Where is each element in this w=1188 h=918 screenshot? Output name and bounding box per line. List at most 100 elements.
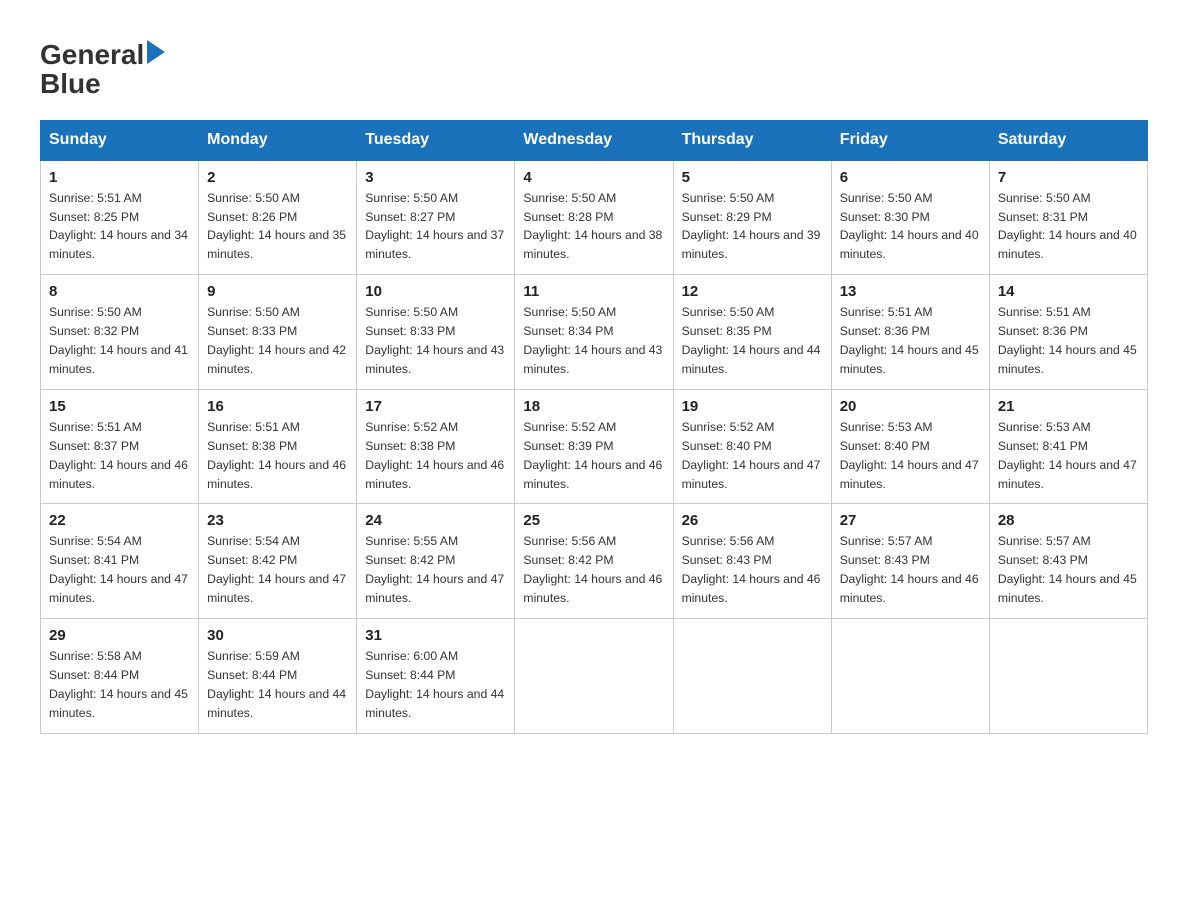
calendar-cell: 25 Sunrise: 5:56 AM Sunset: 8:42 PM Dayl… xyxy=(515,504,673,619)
day-number: 15 xyxy=(49,398,190,415)
day-number: 27 xyxy=(840,512,981,529)
day-number: 16 xyxy=(207,398,348,415)
calendar-cell: 6 Sunrise: 5:50 AM Sunset: 8:30 PM Dayli… xyxy=(831,160,989,275)
calendar-cell: 22 Sunrise: 5:54 AM Sunset: 8:41 PM Dayl… xyxy=(41,504,199,619)
day-info: Sunrise: 5:52 AM Sunset: 8:39 PM Dayligh… xyxy=(523,418,664,494)
day-info: Sunrise: 5:57 AM Sunset: 8:43 PM Dayligh… xyxy=(998,532,1139,608)
day-number: 21 xyxy=(998,398,1139,415)
day-info: Sunrise: 5:56 AM Sunset: 8:42 PM Dayligh… xyxy=(523,532,664,608)
day-info: Sunrise: 5:50 AM Sunset: 8:32 PM Dayligh… xyxy=(49,303,190,379)
day-info: Sunrise: 5:50 AM Sunset: 8:33 PM Dayligh… xyxy=(207,303,348,379)
day-info: Sunrise: 5:50 AM Sunset: 8:29 PM Dayligh… xyxy=(682,189,823,265)
day-number: 25 xyxy=(523,512,664,529)
calendar-cell: 30 Sunrise: 5:59 AM Sunset: 8:44 PM Dayl… xyxy=(199,619,357,734)
calendar-cell: 23 Sunrise: 5:54 AM Sunset: 8:42 PM Dayl… xyxy=(199,504,357,619)
calendar-cell: 9 Sunrise: 5:50 AM Sunset: 8:33 PM Dayli… xyxy=(199,275,357,390)
day-info: Sunrise: 5:55 AM Sunset: 8:42 PM Dayligh… xyxy=(365,532,506,608)
day-number: 13 xyxy=(840,283,981,300)
weekday-header-tuesday: Tuesday xyxy=(357,120,515,160)
day-number: 7 xyxy=(998,169,1139,186)
calendar-week-row: 29 Sunrise: 5:58 AM Sunset: 8:44 PM Dayl… xyxy=(41,619,1148,734)
calendar-cell xyxy=(989,619,1147,734)
calendar-week-row: 22 Sunrise: 5:54 AM Sunset: 8:41 PM Dayl… xyxy=(41,504,1148,619)
calendar-cell: 16 Sunrise: 5:51 AM Sunset: 8:38 PM Dayl… xyxy=(199,389,357,504)
header: General Blue xyxy=(40,30,1148,100)
calendar-cell: 21 Sunrise: 5:53 AM Sunset: 8:41 PM Dayl… xyxy=(989,389,1147,504)
calendar-cell: 8 Sunrise: 5:50 AM Sunset: 8:32 PM Dayli… xyxy=(41,275,199,390)
day-number: 3 xyxy=(365,169,506,186)
calendar-cell: 1 Sunrise: 5:51 AM Sunset: 8:25 PM Dayli… xyxy=(41,160,199,275)
calendar-cell: 10 Sunrise: 5:50 AM Sunset: 8:33 PM Dayl… xyxy=(357,275,515,390)
day-info: Sunrise: 5:50 AM Sunset: 8:31 PM Dayligh… xyxy=(998,189,1139,265)
calendar-cell: 26 Sunrise: 5:56 AM Sunset: 8:43 PM Dayl… xyxy=(673,504,831,619)
calendar-cell: 2 Sunrise: 5:50 AM Sunset: 8:26 PM Dayli… xyxy=(199,160,357,275)
day-number: 1 xyxy=(49,169,190,186)
day-info: Sunrise: 5:51 AM Sunset: 8:36 PM Dayligh… xyxy=(998,303,1139,379)
calendar-cell: 13 Sunrise: 5:51 AM Sunset: 8:36 PM Dayl… xyxy=(831,275,989,390)
calendar-cell: 19 Sunrise: 5:52 AM Sunset: 8:40 PM Dayl… xyxy=(673,389,831,504)
day-number: 5 xyxy=(682,169,823,186)
day-info: Sunrise: 5:51 AM Sunset: 8:25 PM Dayligh… xyxy=(49,189,190,265)
day-info: Sunrise: 5:54 AM Sunset: 8:42 PM Dayligh… xyxy=(207,532,348,608)
calendar-cell: 4 Sunrise: 5:50 AM Sunset: 8:28 PM Dayli… xyxy=(515,160,673,275)
day-info: Sunrise: 5:52 AM Sunset: 8:38 PM Dayligh… xyxy=(365,418,506,494)
day-info: Sunrise: 5:57 AM Sunset: 8:43 PM Dayligh… xyxy=(840,532,981,608)
day-number: 9 xyxy=(207,283,348,300)
calendar-cell xyxy=(673,619,831,734)
day-info: Sunrise: 5:58 AM Sunset: 8:44 PM Dayligh… xyxy=(49,647,190,723)
weekday-header-thursday: Thursday xyxy=(673,120,831,160)
day-number: 23 xyxy=(207,512,348,529)
day-info: Sunrise: 5:50 AM Sunset: 8:34 PM Dayligh… xyxy=(523,303,664,379)
day-info: Sunrise: 5:56 AM Sunset: 8:43 PM Dayligh… xyxy=(682,532,823,608)
day-info: Sunrise: 5:53 AM Sunset: 8:40 PM Dayligh… xyxy=(840,418,981,494)
calendar-cell: 31 Sunrise: 6:00 AM Sunset: 8:44 PM Dayl… xyxy=(357,619,515,734)
day-info: Sunrise: 5:54 AM Sunset: 8:41 PM Dayligh… xyxy=(49,532,190,608)
calendar-cell: 27 Sunrise: 5:57 AM Sunset: 8:43 PM Dayl… xyxy=(831,504,989,619)
day-info: Sunrise: 5:50 AM Sunset: 8:28 PM Dayligh… xyxy=(523,189,664,265)
calendar-cell: 20 Sunrise: 5:53 AM Sunset: 8:40 PM Dayl… xyxy=(831,389,989,504)
day-number: 20 xyxy=(840,398,981,415)
day-number: 24 xyxy=(365,512,506,529)
weekday-header-friday: Friday xyxy=(831,120,989,160)
calendar-cell: 11 Sunrise: 5:50 AM Sunset: 8:34 PM Dayl… xyxy=(515,275,673,390)
calendar-table: SundayMondayTuesdayWednesdayThursdayFrid… xyxy=(40,120,1148,734)
calendar-cell: 3 Sunrise: 5:50 AM Sunset: 8:27 PM Dayli… xyxy=(357,160,515,275)
day-number: 4 xyxy=(523,169,664,186)
day-number: 10 xyxy=(365,283,506,300)
day-info: Sunrise: 5:52 AM Sunset: 8:40 PM Dayligh… xyxy=(682,418,823,494)
calendar-cell xyxy=(515,619,673,734)
calendar-week-row: 1 Sunrise: 5:51 AM Sunset: 8:25 PM Dayli… xyxy=(41,160,1148,275)
weekday-header-saturday: Saturday xyxy=(989,120,1147,160)
day-number: 11 xyxy=(523,283,664,300)
logo-arrow-icon xyxy=(147,40,165,64)
day-number: 18 xyxy=(523,398,664,415)
day-info: Sunrise: 6:00 AM Sunset: 8:44 PM Dayligh… xyxy=(365,647,506,723)
calendar-cell: 29 Sunrise: 5:58 AM Sunset: 8:44 PM Dayl… xyxy=(41,619,199,734)
weekday-header-monday: Monday xyxy=(199,120,357,160)
day-info: Sunrise: 5:51 AM Sunset: 8:37 PM Dayligh… xyxy=(49,418,190,494)
calendar-cell: 15 Sunrise: 5:51 AM Sunset: 8:37 PM Dayl… xyxy=(41,389,199,504)
day-info: Sunrise: 5:51 AM Sunset: 8:36 PM Dayligh… xyxy=(840,303,981,379)
calendar-cell: 24 Sunrise: 5:55 AM Sunset: 8:42 PM Dayl… xyxy=(357,504,515,619)
calendar-week-row: 8 Sunrise: 5:50 AM Sunset: 8:32 PM Dayli… xyxy=(41,275,1148,390)
weekday-header-wednesday: Wednesday xyxy=(515,120,673,160)
calendar-week-row: 15 Sunrise: 5:51 AM Sunset: 8:37 PM Dayl… xyxy=(41,389,1148,504)
logo: General Blue xyxy=(40,40,165,100)
day-info: Sunrise: 5:50 AM Sunset: 8:35 PM Dayligh… xyxy=(682,303,823,379)
day-number: 19 xyxy=(682,398,823,415)
calendar-cell: 17 Sunrise: 5:52 AM Sunset: 8:38 PM Dayl… xyxy=(357,389,515,504)
day-number: 2 xyxy=(207,169,348,186)
calendar-cell: 7 Sunrise: 5:50 AM Sunset: 8:31 PM Dayli… xyxy=(989,160,1147,275)
day-info: Sunrise: 5:50 AM Sunset: 8:26 PM Dayligh… xyxy=(207,189,348,265)
day-number: 22 xyxy=(49,512,190,529)
day-info: Sunrise: 5:53 AM Sunset: 8:41 PM Dayligh… xyxy=(998,418,1139,494)
day-number: 30 xyxy=(207,627,348,644)
day-number: 6 xyxy=(840,169,981,186)
calendar-cell xyxy=(831,619,989,734)
weekday-header-sunday: Sunday xyxy=(41,120,199,160)
day-info: Sunrise: 5:50 AM Sunset: 8:30 PM Dayligh… xyxy=(840,189,981,265)
day-info: Sunrise: 5:50 AM Sunset: 8:27 PM Dayligh… xyxy=(365,189,506,265)
day-number: 12 xyxy=(682,283,823,300)
calendar-cell: 12 Sunrise: 5:50 AM Sunset: 8:35 PM Dayl… xyxy=(673,275,831,390)
day-number: 28 xyxy=(998,512,1139,529)
